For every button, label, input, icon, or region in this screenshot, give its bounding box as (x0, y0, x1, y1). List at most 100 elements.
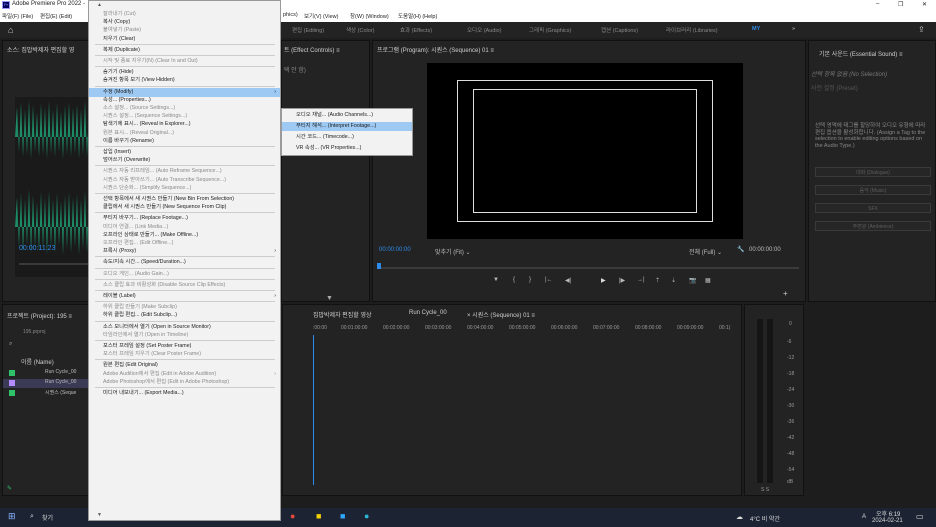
menu-item[interactable]: 타임라인에서 열기 (Open in Timeline) (89, 331, 280, 340)
menu-item[interactable]: 지우기 (Clear) (89, 35, 280, 44)
submenu-item[interactable]: VR 속성... (VR Properties...) (282, 144, 412, 153)
filter-icon[interactable]: ▼ (326, 295, 333, 302)
workspace-libraries[interactable]: 라이브러리 (Libraries) (666, 26, 718, 34)
add-button-icon[interactable]: + (783, 289, 788, 298)
pencil-icon[interactable]: ✎ (7, 485, 12, 492)
menu-item[interactable]: 시작 및 종료 지우기(N) (Clear In and Out) (89, 57, 280, 66)
sfx-button[interactable]: SFX (815, 203, 931, 213)
search-icon[interactable]: ⌕ (9, 341, 12, 348)
search-icon[interactable]: ⌕ (30, 513, 34, 521)
close-button[interactable]: ✕ (922, 1, 927, 8)
menu-item[interactable]: 복제 (Duplicate) (89, 46, 280, 55)
menu-item[interactable]: 클립에서 새 시퀀스 만들기 (New Sequence From Clip) (89, 203, 280, 212)
edge-icon[interactable]: ● (364, 511, 369, 521)
menu-graphics[interactable]: phics) (283, 12, 298, 18)
list-item[interactable]: Run Cycle_00 (3, 369, 97, 378)
menu-item[interactable]: 미디어 내보내기... (Export Media...) (89, 389, 280, 398)
workspace-captions[interactable]: 캡션 (Captions) (601, 26, 638, 34)
project-title[interactable]: 프로젝트 (Project): 195 ≡ (7, 311, 72, 320)
timeline-tab-1[interactable]: 집밥박제자 편집할 영상 (313, 310, 372, 319)
list-item[interactable]: Run Cycle_00 (3, 379, 97, 388)
source-panel-title[interactable]: 소스: 집밥박제자 편집할 영 (7, 45, 74, 54)
menu-window[interactable]: 창(W) (Window) (350, 12, 389, 20)
dialogue-button[interactable]: 대화 (Dialogue) (815, 167, 931, 177)
photoshop-icon[interactable]: ■ (340, 511, 345, 521)
menu-item[interactable]: 소스 클립 효과 비활성화 (Disable Source Clip Effec… (89, 281, 280, 290)
workspace-more[interactable]: » (792, 26, 795, 32)
menu-edit[interactable]: 편집(E) (Edit) (40, 12, 72, 20)
name-column-header[interactable]: 이름 (Name) (21, 357, 54, 366)
chrome-icon[interactable]: ● (290, 511, 295, 521)
workspace-editing[interactable]: 편집 (Editing) (292, 26, 324, 34)
add-marker-icon[interactable]: ▼ (493, 277, 499, 283)
minimize-button[interactable]: – (876, 1, 879, 7)
music-button[interactable]: 음악 (Music) (815, 185, 931, 195)
resolution-dropdown[interactable]: 전체 (Full) ⌄ (689, 247, 722, 256)
scroll-up-icon[interactable]: ▲ (97, 2, 102, 8)
submenu-item[interactable]: 시간 코드... (Timecode...) (282, 133, 412, 142)
program-scrubber[interactable] (379, 267, 799, 269)
scroll-down-icon[interactable]: ▼ (97, 512, 102, 518)
fit-dropdown[interactable]: 맞추기 (Fit) ⌄ (435, 247, 471, 256)
submenu-item[interactable]: 푸티지 해석... (Interpret Footage...) (282, 122, 412, 131)
clock-date[interactable]: 2024-02-21 (872, 518, 903, 524)
menu-file[interactable]: 파일(F) (File) (2, 12, 33, 20)
menu-item[interactable]: 이름 바꾸기 (Rename) (89, 137, 280, 146)
source-timecode[interactable]: 00:00:11:23 (19, 245, 55, 252)
effect-controls-title[interactable]: 트 (Effect Controls) ≡ (284, 45, 340, 54)
go-to-in-icon[interactable]: |← (545, 277, 553, 283)
timeline-tab-3[interactable]: × 시퀀스 (Sequence) 01 ≡ (467, 310, 535, 319)
share-icon[interactable]: ⇪ (918, 25, 925, 34)
mark-in-icon[interactable]: { (513, 277, 515, 283)
step-back-icon[interactable]: ◀| (565, 277, 571, 284)
go-to-out-icon[interactable]: →| (637, 277, 645, 283)
windows-start-icon[interactable]: ⊞ (8, 511, 16, 522)
meter-solo-buttons[interactable]: S S (761, 487, 769, 493)
menu-view[interactable]: 보기(V) (View) (304, 12, 338, 20)
weather-text[interactable]: 4°C 비 약간 (750, 514, 780, 523)
workspace-audio[interactable]: 오디오 (Audio) (467, 26, 501, 34)
kakaotalk-icon[interactable]: ■ (316, 511, 321, 521)
ime-indicator[interactable]: A (862, 514, 866, 520)
menu-item[interactable]: 하위 클립 편집... (Edit Subclip...) (89, 311, 280, 320)
time-ruler[interactable]: :00:00 00:01:00:00 00:02:00:00 00:03:00:… (313, 325, 743, 335)
wrench-icon[interactable]: 🔧 (737, 246, 744, 253)
menu-item[interactable]: 숨겨진 항목 보기 (View Hidden) (89, 76, 280, 85)
timeline-tab-2[interactable]: Run Cycle_00 (409, 310, 447, 316)
taskbar-search[interactable]: 찾기 (42, 513, 53, 522)
menu-item[interactable]: 덮어쓰기 (Overwrite) (89, 156, 280, 165)
menu-item[interactable]: 포스터 프레임 지우기 (Clear Poster Frame) (89, 350, 280, 359)
program-title[interactable]: 프로그램 (Program): 시퀀스 (Sequence) 01 ≡ (377, 45, 494, 54)
essential-sound-title[interactable]: 기본 사운드 (Essential Sound) ≡ (819, 49, 902, 58)
program-timecode[interactable]: 00:00:00:00 (379, 247, 411, 253)
lift-icon[interactable]: ⇡ (655, 277, 660, 284)
notification-icon[interactable]: ▭ (916, 512, 924, 521)
menu-item-label: 속성... (Properties...) (103, 96, 151, 103)
mark-out-icon[interactable]: } (529, 277, 531, 283)
comparison-view-icon[interactable]: ▦ (705, 277, 711, 284)
playhead-marker[interactable] (377, 263, 381, 269)
workspace-effects[interactable]: 효과 (Effects) (400, 26, 432, 34)
step-forward-icon[interactable]: |▶ (619, 277, 625, 284)
workspace-my[interactable]: MY (752, 26, 760, 32)
home-icon[interactable]: ⌂ (8, 25, 13, 35)
menu-item[interactable]: 레이블 (Label) › (89, 292, 280, 301)
list-item[interactable]: 시퀀스 (Seque (3, 389, 97, 398)
menu-item[interactable]: 프록시 (Proxy) › (89, 247, 280, 256)
ambience-button[interactable]: 주변광 (Ambience) (815, 221, 931, 231)
menu-item[interactable]: 속도/지속 시간... (Speed/Duration...) (89, 258, 280, 267)
menu-item[interactable]: 시퀀스 단순화... (Simplify Sequence...) (89, 184, 280, 193)
workspace-graphics[interactable]: 그래픽 (Graphics) (529, 26, 571, 34)
timeline-playhead[interactable] (313, 335, 314, 485)
menu-help[interactable]: 도움말(H) (Help) (398, 12, 437, 20)
submenu-item[interactable]: 오디오 채널... (Audio Channels...) (282, 111, 412, 120)
play-button-icon[interactable]: ▶ (601, 277, 606, 284)
source-scrubber[interactable] (19, 263, 99, 265)
export-frame-icon[interactable]: 📷 (689, 277, 696, 284)
menu-item[interactable]: 오디오 게인... (Audio Gain...) (89, 270, 280, 279)
menu-item[interactable]: Adobe Photoshop에서 편집 (Edit in Adobe Phot… (89, 378, 280, 387)
extract-icon[interactable]: ⇣ (671, 277, 676, 284)
restore-button[interactable]: ❐ (898, 1, 903, 8)
clock-time[interactable]: 오후 6:19 (876, 509, 900, 518)
workspace-color[interactable]: 색상 (Color) (346, 26, 374, 34)
